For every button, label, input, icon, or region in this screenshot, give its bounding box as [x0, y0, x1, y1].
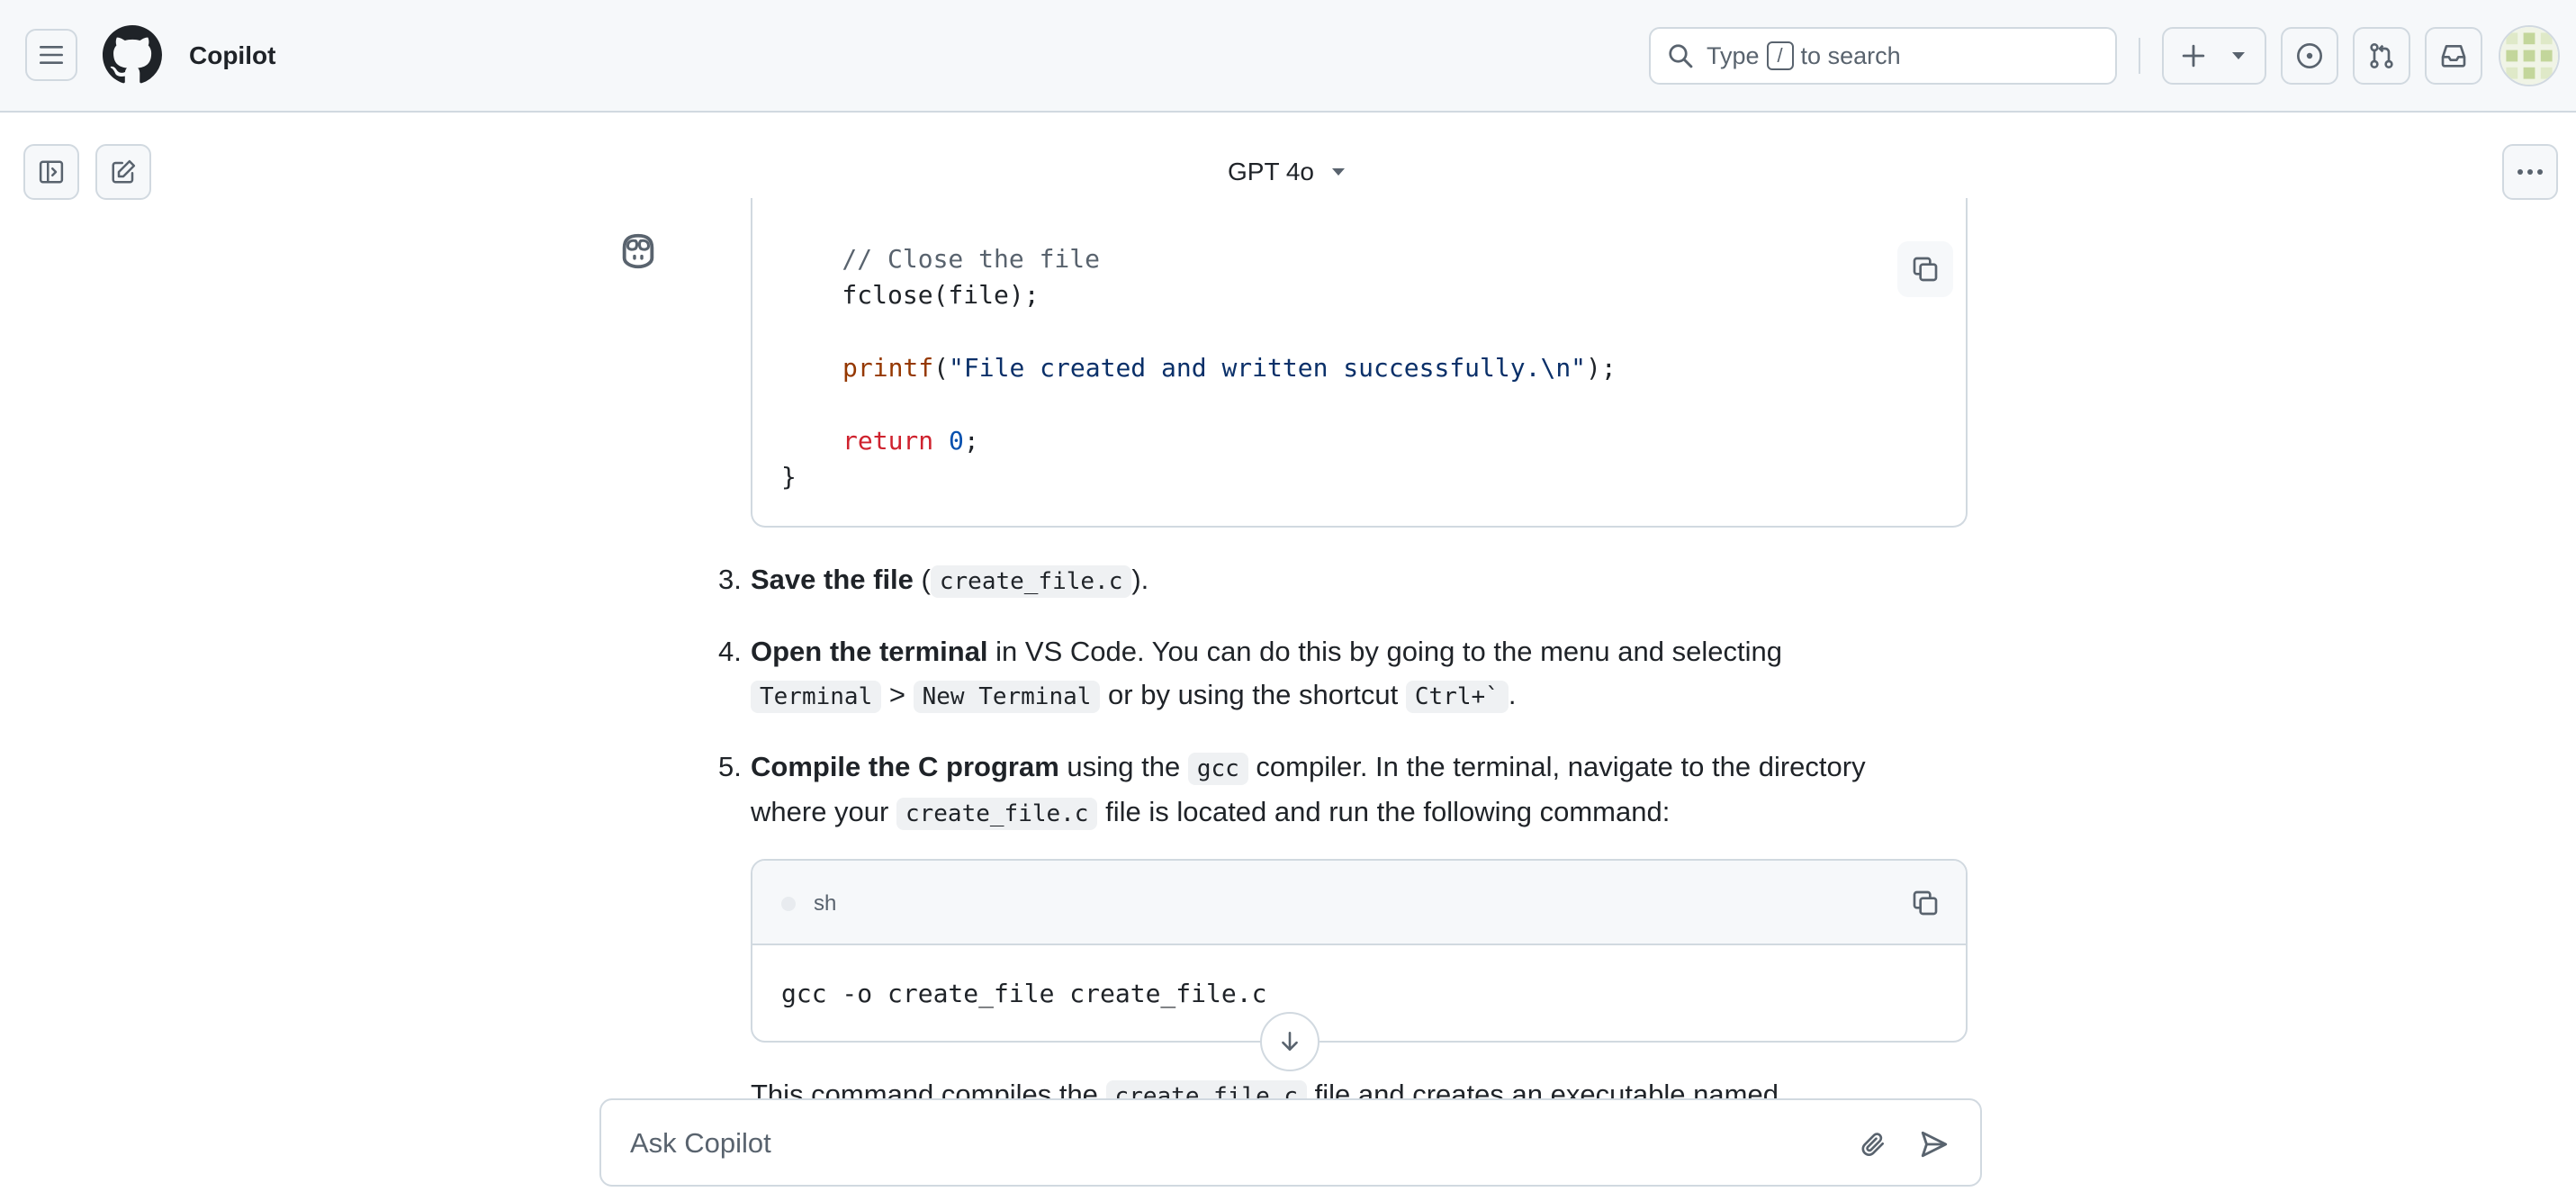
inline-code: create_file.c — [896, 798, 1098, 830]
search-placeholder: Type / to search — [1707, 41, 1901, 70]
list-item-text: Save the file (create_file.c). — [751, 558, 1993, 603]
arrow-down-icon — [1282, 1031, 1298, 1051]
list-item-text: Compile the C program using the gcc comp… — [751, 745, 1993, 835]
code-line: fclose(file); — [781, 280, 1040, 310]
model-picker[interactable]: GPT 4o — [1228, 153, 1347, 191]
text-fragment: or by using the shortcut — [1100, 679, 1406, 710]
model-name: GPT 4o — [1228, 158, 1314, 185]
search-shortcut-key: / — [1766, 41, 1794, 70]
code-token: ; — [963, 426, 979, 456]
code-language: sh — [814, 891, 837, 916]
inline-code: New Terminal — [913, 681, 1101, 713]
code-token-number: 0 — [949, 426, 964, 456]
chat-composer — [599, 1098, 1982, 1187]
text-fragment: compiler. In the terminal, navigate to t… — [1247, 751, 1866, 782]
inbox-icon — [2441, 45, 2466, 68]
inline-code: gcc — [1187, 753, 1248, 785]
inbox-button[interactable] — [2425, 27, 2482, 85]
app-title[interactable]: Copilot — [189, 38, 275, 74]
step-title: Save the file — [751, 564, 914, 595]
code-token-function: printf — [842, 353, 934, 383]
step-title: Open the terminal — [751, 636, 988, 667]
plus-icon — [2182, 44, 2205, 68]
text-fragment: file is located and run the following co… — [1097, 796, 1671, 827]
triangle-down-icon — [1331, 168, 1345, 176]
identicon-icon — [2500, 27, 2558, 85]
text-fragment: where your — [751, 796, 896, 827]
code-token-keyword: return — [842, 426, 934, 456]
code-line: printf("File created and written success… — [842, 350, 1617, 386]
git-pull-request-icon — [2370, 43, 2393, 68]
issues-button[interactable] — [2281, 27, 2338, 85]
list-number: 4. — [718, 636, 742, 667]
code-block-sh: sh gcc -o create_file create_file.c — [751, 859, 1968, 1043]
code-token: ( — [933, 353, 950, 383]
search-prefix: Type — [1707, 41, 1760, 69]
sidebar-expand-icon — [39, 160, 64, 184]
copy-icon — [1913, 890, 1938, 916]
search-suffix: to search — [1800, 41, 1901, 69]
copy-icon — [1913, 257, 1938, 282]
list-item: 5. Compile the C program using the gcc c… — [718, 745, 1996, 832]
paper-airplane-icon — [1921, 1131, 1948, 1158]
issue-opened-icon — [2297, 43, 2322, 68]
list-number: 5. — [718, 751, 742, 782]
text-fragment: ). — [1131, 564, 1149, 595]
pull-requests-button[interactable] — [2353, 27, 2410, 85]
copy-code-button[interactable] — [1897, 241, 1953, 297]
new-conversation-button[interactable] — [95, 144, 151, 200]
paperclip-icon — [1861, 1133, 1884, 1156]
header-divider — [2139, 38, 2140, 74]
user-avatar[interactable] — [2499, 25, 2560, 86]
attach-button[interactable] — [1851, 1122, 1896, 1167]
list-item-text: Open the terminal in VS Code. You can do… — [751, 630, 1993, 718]
text-fragment: > — [881, 679, 914, 710]
triangle-down-icon — [2232, 52, 2245, 59]
step-title: Compile the C program — [751, 751, 1059, 782]
inline-code: Ctrl+` — [1405, 681, 1509, 713]
code-line: } — [781, 462, 797, 492]
copy-code-button[interactable] — [1897, 875, 1953, 931]
copilot-icon — [622, 233, 654, 269]
create-new-button[interactable] — [2162, 27, 2266, 85]
text-fragment: ( — [913, 564, 931, 595]
code-block-c: // Close the file fclose(file); printf("… — [751, 198, 1968, 528]
ask-copilot-input[interactable] — [630, 1122, 1800, 1165]
text-fragment: . — [1508, 679, 1517, 710]
inline-code: create_file.c — [930, 565, 1132, 598]
list-number: 3. — [718, 564, 742, 595]
more-options-button[interactable] — [2502, 144, 2558, 200]
search-icon — [1669, 44, 1693, 68]
scroll-to-bottom-button[interactable] — [1260, 1012, 1320, 1071]
list-item: 4. Open the terminal in VS Code. You can… — [718, 630, 1996, 717]
menu-button[interactable] — [25, 29, 77, 81]
menu-icon — [40, 46, 63, 64]
code-block-header: sh — [752, 861, 1966, 945]
text-fragment: using the — [1058, 751, 1188, 782]
search-input[interactable]: Type / to search — [1649, 27, 2117, 85]
language-dot-icon — [781, 897, 796, 911]
inline-code: Terminal — [751, 681, 882, 713]
pencil-icon — [112, 159, 136, 184]
github-logo-icon[interactable] — [103, 25, 162, 85]
code-line: return 0; — [842, 423, 979, 459]
code-token-string: "File created and written successfully.\… — [949, 353, 1587, 383]
code-line: gcc -o create_file create_file.c — [781, 979, 1267, 1008]
code-token: ); — [1586, 353, 1617, 383]
text-fragment: in VS Code. You can do this by going to … — [987, 636, 1782, 667]
kebab-horizontal-icon — [2517, 169, 2543, 175]
toggle-sidebar-button[interactable] — [23, 144, 79, 200]
code-line: // Close the file — [781, 244, 1101, 274]
send-button[interactable] — [1912, 1122, 1957, 1167]
